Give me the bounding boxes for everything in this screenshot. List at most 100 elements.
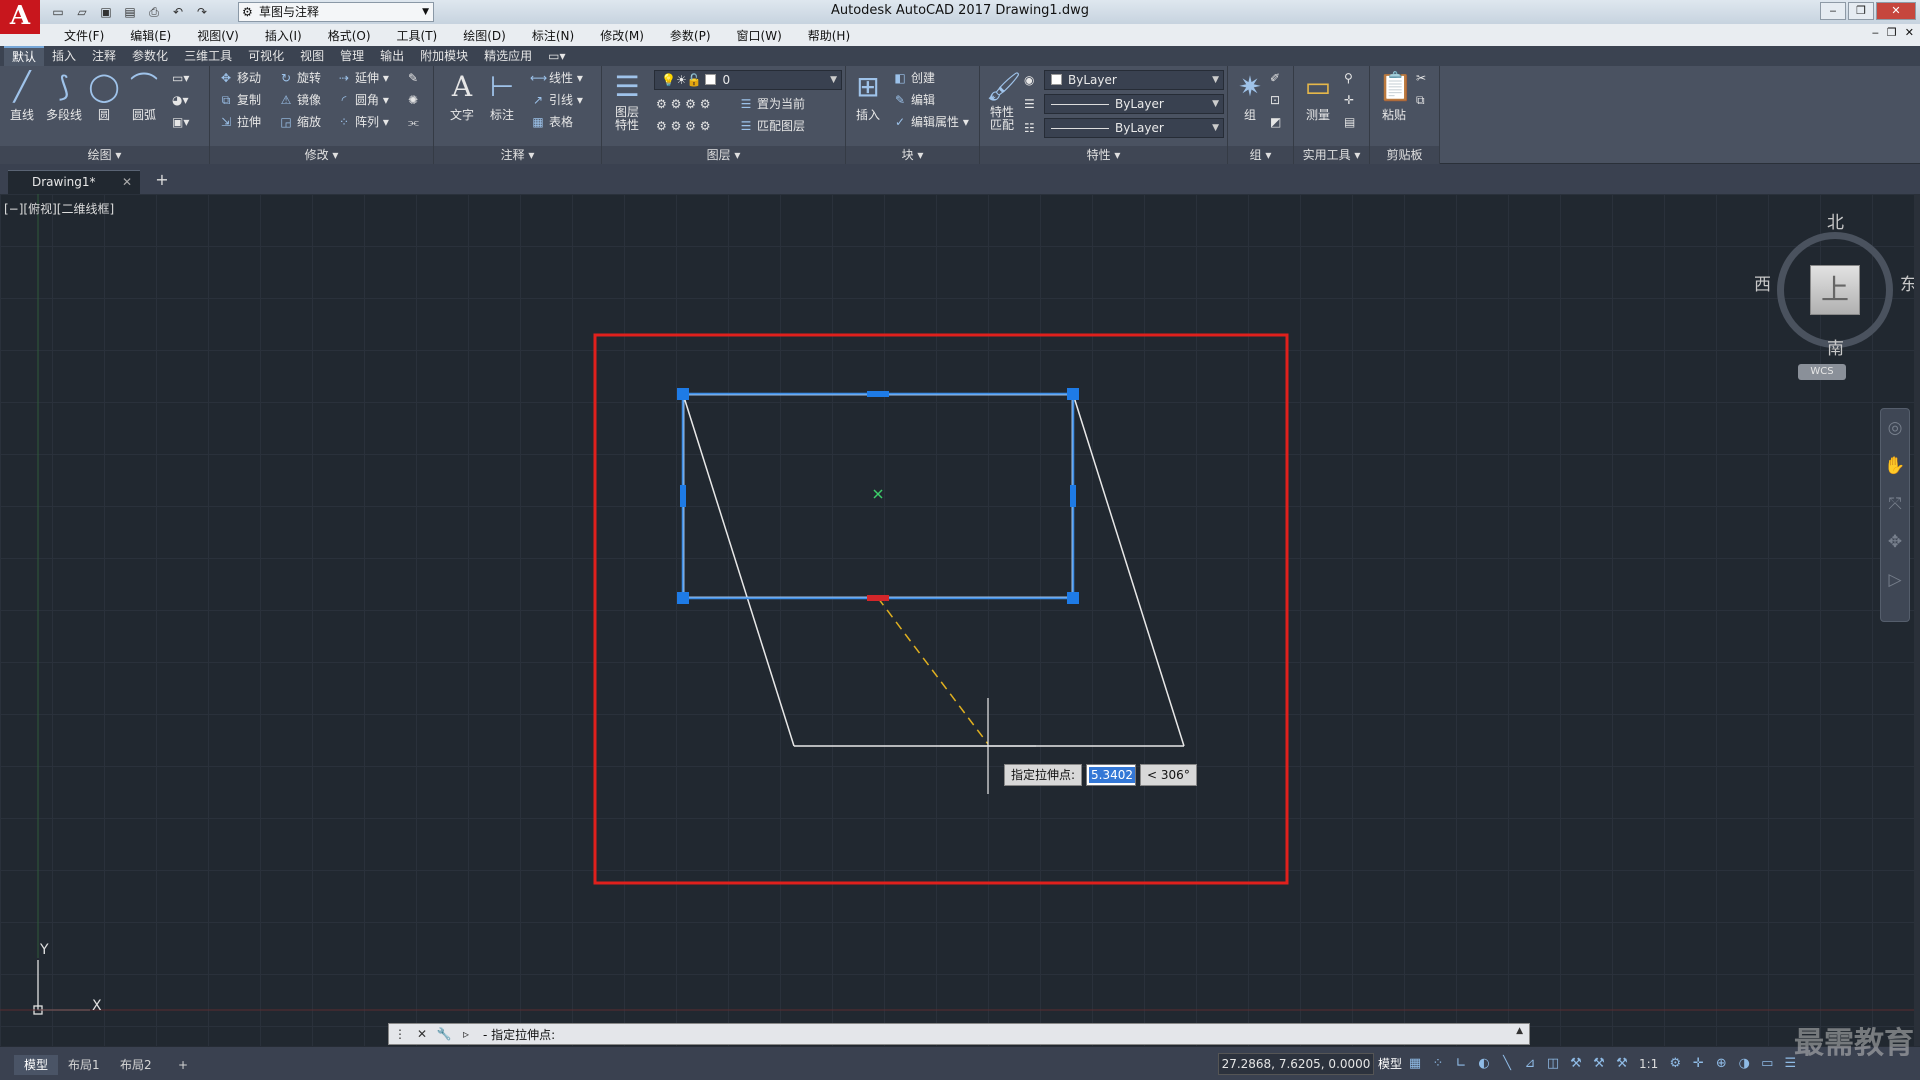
stretch-button[interactable]: ⇲ 拉伸 — [218, 112, 261, 132]
clean-screen-icon[interactable]: ☰ — [1781, 1055, 1799, 1073]
tab-manage[interactable]: 管理 — [332, 46, 372, 66]
menu-edit[interactable]: 编辑(E) — [120, 27, 181, 44]
create-block-button[interactable]: ◧ 创建 — [892, 68, 935, 88]
grip-mid-top[interactable] — [867, 391, 889, 397]
layer-tool-icons-row2[interactable]: ⚙ ⚙ ⚙ ⚙ — [656, 116, 710, 136]
menu-dimension[interactable]: 标注(N) — [522, 27, 584, 44]
layer-tool-icons-row1[interactable]: ⚙ ⚙ ⚙ ⚙ — [656, 94, 710, 114]
otrack-icon[interactable]: ◫ — [1544, 1055, 1562, 1073]
tab-featured-apps[interactable]: 精选应用 — [476, 46, 540, 66]
calculator-icon[interactable]: ▤ — [1344, 112, 1355, 132]
new-icon[interactable]: ▭ — [48, 3, 68, 21]
erase-icon[interactable]: ✎ — [408, 68, 418, 88]
polyline-button[interactable]: ⟆ 多段线 — [42, 70, 86, 123]
isolate-objects-icon[interactable]: ◑ — [1735, 1055, 1753, 1073]
group-edit-icon[interactable]: ⊡ — [1270, 90, 1280, 110]
steering-wheel-icon[interactable]: ◎ — [1881, 409, 1909, 447]
save-icon[interactable]: ▣ — [96, 3, 116, 21]
edit-attributes-button[interactable]: ✓ 编辑属性 ▾ — [892, 112, 969, 132]
units-icon[interactable]: ⊕ — [1712, 1055, 1730, 1073]
fillet-button[interactable]: ◜ 圆角 ▾ — [336, 90, 389, 110]
close-icon[interactable]: ✕ — [122, 171, 132, 193]
leader-button[interactable]: ↗ 引线 ▾ — [530, 90, 583, 110]
grip-bottom-right[interactable] — [1067, 592, 1079, 604]
edit-block-button[interactable]: ✎ 编辑 — [892, 90, 935, 110]
arc-button[interactable]: ⌒ 圆弧 — [124, 70, 164, 123]
chevron-up-icon[interactable]: ▲ — [1516, 1026, 1523, 1036]
group-button[interactable]: ✷ 组 — [1230, 70, 1270, 123]
paste-button[interactable]: 📋 粘贴 — [1374, 70, 1414, 123]
grip-bottom-left[interactable] — [677, 592, 689, 604]
explode-icon[interactable]: ✺ — [408, 90, 418, 110]
menu-file[interactable]: 文件(F) — [54, 27, 114, 44]
table-button[interactable]: ▦ 表格 — [530, 112, 573, 132]
graphics-performance-icon[interactable]: ▭ — [1758, 1055, 1776, 1073]
command-grip-icon[interactable]: ⋮ — [389, 1024, 411, 1044]
viewport-controls[interactable]: [−][俯视][二维线框] — [4, 200, 114, 217]
menu-window[interactable]: 窗口(W) — [727, 27, 792, 44]
grip-mid-left[interactable] — [680, 485, 686, 507]
compass-north[interactable]: 北 — [1827, 208, 1844, 233]
panel-annotation-title[interactable]: 注释 ▾ — [434, 146, 601, 164]
grip-mid-bottom-active[interactable] — [867, 595, 889, 601]
hatch-icon[interactable]: ◕▾ — [172, 90, 189, 110]
pan-icon[interactable]: ✋ — [1881, 447, 1909, 485]
command-close-icon[interactable]: ✕ — [411, 1024, 433, 1044]
grip-top-left[interactable] — [677, 388, 689, 400]
ortho-icon[interactable]: ∟ — [1452, 1055, 1470, 1073]
grip-mid-right[interactable] — [1070, 485, 1076, 507]
drawing-canvas[interactable]: [−][俯视][二维线框] Y X 指定拉伸点: 5.3402 < 306° 北… — [0, 194, 1920, 1046]
tab-default[interactable]: 默认 — [4, 46, 45, 66]
minimize-button[interactable]: ‒ — [1820, 2, 1846, 20]
measure-button[interactable]: ▭ 测量 — [1298, 70, 1338, 123]
menu-tools[interactable]: 工具(T) — [387, 27, 448, 44]
quick-select-icon[interactable]: ⚲ — [1344, 68, 1353, 88]
new-tab-button[interactable]: + — [150, 170, 174, 192]
layout-tab-layout2[interactable]: 布局2 — [110, 1055, 162, 1075]
rotate-button[interactable]: ↻ 旋转 — [278, 68, 321, 88]
workspace-switch-icon[interactable]: ⚙ — [1666, 1055, 1684, 1073]
tab-addins[interactable]: 附加模块 — [412, 46, 476, 66]
restore-button[interactable]: ❐ — [1848, 2, 1874, 20]
insert-block-button[interactable]: ⊞ 插入 — [848, 70, 888, 123]
file-tab-drawing1[interactable]: Drawing1* ✕ — [8, 170, 140, 194]
annotation-visibility-icon[interactable]: ⚒ — [1567, 1055, 1585, 1073]
model-space-toggle[interactable]: 模型 — [1378, 1053, 1402, 1075]
dynamic-input-field[interactable]: 5.3402 — [1086, 764, 1137, 786]
copy-clip-icon[interactable]: ⧉ — [1416, 90, 1425, 110]
auto-scale-icon[interactable]: ⚒ — [1590, 1055, 1608, 1073]
viewcube[interactable]: 北 南 西 东 上 — [1750, 206, 1917, 359]
mirror-button[interactable]: ⚠ 镜像 — [278, 90, 321, 110]
menu-view[interactable]: 视图(V) — [187, 27, 249, 44]
add-layout-button[interactable]: + — [168, 1055, 198, 1075]
text-button[interactable]: A 文字 — [442, 70, 482, 123]
command-prompt-icon[interactable]: ▹ — [455, 1024, 477, 1044]
tab-parametric[interactable]: 参数化 — [124, 46, 176, 66]
tab-insert[interactable]: 插入 — [44, 46, 84, 66]
tab-visualize[interactable]: 可视化 — [240, 46, 292, 66]
circle-button[interactable]: ◯ 圆 — [84, 70, 124, 123]
isodraft-icon[interactable]: ╲ — [1498, 1055, 1516, 1073]
copy-button[interactable]: ⧉ 复制 — [218, 90, 261, 110]
selected-rectangle[interactable] — [681, 392, 1075, 600]
save-as-icon[interactable]: ▤ — [120, 3, 140, 21]
extend-button[interactable]: ⇢ 延伸 ▾ — [336, 68, 389, 88]
ungroup-icon[interactable]: ✐ — [1270, 68, 1280, 88]
panel-draw-title[interactable]: 绘图 ▾ — [0, 146, 209, 164]
array-button[interactable]: ⁘ 阵列 ▾ — [336, 112, 389, 132]
viewcube-top-face[interactable]: 上 — [1810, 265, 1860, 315]
menu-insert[interactable]: 插入(I) — [255, 27, 312, 44]
undo-icon[interactable]: ↶ — [168, 3, 188, 21]
doc-restore-button[interactable]: ❐ — [1887, 26, 1897, 39]
panel-utilities-title[interactable]: 实用工具 ▾ — [1294, 146, 1369, 164]
osnap-icon[interactable]: ⊿ — [1521, 1055, 1539, 1073]
panel-groups-title[interactable]: 组 ▾ — [1228, 146, 1293, 164]
close-button[interactable]: ✕ — [1876, 2, 1916, 20]
compass-south[interactable]: 南 — [1827, 334, 1844, 359]
print-icon[interactable]: ⎙ — [144, 3, 164, 21]
panel-block-title[interactable]: 块 ▾ — [846, 146, 979, 164]
annotation-scale-icon[interactable]: ⚒ — [1613, 1055, 1631, 1073]
showmotion-icon[interactable]: ▷ — [1881, 561, 1909, 599]
tab-3d-tools[interactable]: 三维工具 — [176, 46, 240, 66]
tab-view[interactable]: 视图 — [292, 46, 332, 66]
